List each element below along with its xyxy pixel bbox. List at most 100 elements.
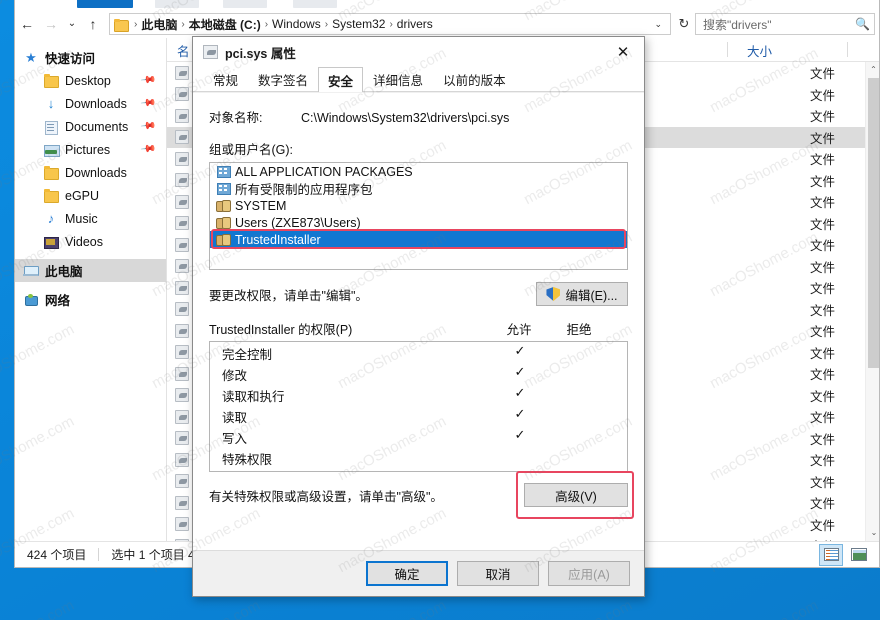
search-icon[interactable]: 🔍 [855,17,870,31]
network-icon [23,293,39,307]
status-total-items: 424 个项目 [27,548,87,562]
sidebar-item-documents[interactable]: Documents 📌 [15,115,166,138]
object-name-label: 对象名称: [209,111,263,125]
group-or-user-list[interactable]: ALL APPLICATION PACKAGES 所有受限制的应用程序包 SYS… [209,162,628,270]
permissions-header: TrustedInstaller 的权限(P) 允许 拒绝 [209,320,628,338]
file-list-scrollbar[interactable]: ⌃ ⌄ [865,62,879,541]
pin-icon[interactable]: 📌 [139,72,156,88]
list-item[interactable]: SYSTEM [210,197,627,214]
package-icon [216,165,231,178]
ok-button[interactable]: 确定 [366,561,448,586]
list-item-label: 所有受限制的应用程序包 [235,183,373,197]
pin-icon[interactable]: 📌 [139,141,156,157]
list-item[interactable]: 所有受限制的应用程序包 [210,180,627,197]
sys-file-icon [175,280,189,295]
folder-icon [43,73,59,88]
list-item[interactable]: Users (ZXE873\Users) [210,214,627,231]
sidebar-item-quick-access[interactable]: ★ 快速访问 [15,46,166,69]
breadcrumb-item-0[interactable]: 此电脑 [140,16,178,33]
edit-button[interactable]: 编辑(E)... [536,282,628,306]
allow-column-header: 允许 [506,323,532,337]
column-header-name[interactable]: 名 [177,41,190,60]
picture-icon [43,143,60,157]
advanced-button[interactable]: 高级(V) [524,483,628,507]
sys-file-icon [175,87,189,102]
permission-allow-check[interactable]: ✓ [500,364,540,380]
refresh-icon[interactable]: ↻ [673,16,695,32]
close-icon[interactable]: ✕ [602,37,644,67]
permission-name: 完全控制 [222,348,273,362]
permission-row[interactable]: 修改 ✓ [210,363,627,384]
sidebar-item-downloads[interactable]: ↓ Downloads 📌 [15,92,166,115]
tiles-view-icon[interactable] [847,544,871,566]
breadcrumb-separator: › [264,18,269,30]
permission-allow-check[interactable]: ✓ [500,406,540,422]
tab-details[interactable]: 详细信息 [363,67,433,91]
sidebar-item-pictures[interactable]: Pictures 📌 [15,138,166,161]
recent-locations-icon[interactable]: ⌄ [63,11,81,37]
breadcrumb-item-4[interactable]: drivers [396,17,434,31]
sidebar-item-music[interactable]: ♪ Music [15,207,166,230]
permission-row[interactable]: 写入 ✓ [210,426,627,447]
list-item[interactable]: ALL APPLICATION PACKAGES [210,163,627,180]
sys-file-icon [175,323,189,338]
scroll-down-icon[interactable]: ⌄ [866,525,879,541]
download-icon: ↓ [47,95,55,111]
ribbon-tabs-strip[interactable] [15,0,879,10]
tab-digital-signatures[interactable]: 数字签名 [248,67,318,91]
back-icon[interactable]: ← [15,11,39,37]
list-item-label: ALL APPLICATION PACKAGES [235,164,413,179]
tab-security[interactable]: 安全 [318,67,364,92]
list-item-label: SYSTEM [235,198,287,213]
permissions-list[interactable]: 完全控制 ✓ 修改 ✓ 读取和执行 ✓ 读取 ✓ 写入 ✓ 特殊权限 [209,341,628,472]
permission-allow-check[interactable]: ✓ [500,385,540,401]
sidebar-item-label: eGPU [65,188,100,203]
users-icon [216,199,231,212]
sidebar-item-label: Downloads [65,165,127,180]
tab-general[interactable]: 常规 [203,67,248,91]
sidebar-item-network[interactable]: 网络 [15,288,166,311]
sidebar-item-label: Videos [65,234,103,249]
sidebar-item-downloads-2[interactable]: Downloads [15,161,166,184]
scrollbar-thumb[interactable] [868,78,879,368]
sidebar-item-videos[interactable]: Videos [15,230,166,253]
scroll-up-icon[interactable]: ⌃ [866,62,879,78]
sidebar-item-desktop[interactable]: Desktop 📌 [15,69,166,92]
sidebar-item-label: Music [65,211,98,226]
sidebar-item-egpu[interactable]: eGPU [15,184,166,207]
object-name-value: C:\Windows\System32\drivers\pci.sys [301,111,510,125]
screen: ← → ⌄ ↑ › 此电脑 › 本地磁盘 (C:) › Windows › Sy… [0,0,880,620]
permission-name: 特殊权限 [222,453,273,467]
breadcrumb[interactable]: › 此电脑 › 本地磁盘 (C:) › Windows › System32 ›… [109,13,671,35]
sys-file-icon [175,517,189,532]
search-input[interactable]: 搜索"drivers" 🔍 [695,13,875,35]
permission-allow-check[interactable]: ✓ [500,427,540,443]
breadcrumb-item-2[interactable]: Windows [271,17,322,31]
dialog-title: pci.sys 属性 [225,46,296,61]
sidebar-item-label: 网络 [45,294,71,308]
sys-file-icon [175,108,189,123]
list-item-trustedinstaller[interactable]: TrustedInstaller [210,231,627,248]
permission-row[interactable]: 完全控制 ✓ [210,342,627,363]
dialog-title-bar[interactable]: pci.sys 属性 ✕ [193,37,644,67]
sys-file-icon [175,237,189,252]
details-view-icon[interactable] [819,543,843,566]
cancel-button[interactable]: 取消 [457,561,539,586]
permission-row[interactable]: 读取 ✓ [210,405,627,426]
breadcrumb-item-1[interactable]: 本地磁盘 (C:) [188,16,262,33]
sys-file-icon [175,259,189,274]
permission-row[interactable]: 特殊权限 [210,447,627,468]
up-icon[interactable]: ↑ [81,11,105,37]
breadcrumb-separator: › [324,18,329,30]
pin-icon[interactable]: 📌 [139,118,156,134]
forward-icon[interactable]: → [39,11,63,37]
permission-allow-check[interactable]: ✓ [500,343,540,359]
breadcrumb-item-3[interactable]: System32 [331,17,386,31]
permission-row[interactable]: 读取和执行 ✓ [210,384,627,405]
pin-icon[interactable]: 📌 [139,95,156,111]
tab-previous-versions[interactable]: 以前的版本 [433,67,516,91]
users-icon [216,216,231,229]
sidebar-item-this-pc[interactable]: 此电脑 [15,259,166,282]
column-header-size[interactable]: 大小 [747,41,772,60]
chevron-down-icon[interactable]: ⌄ [648,19,668,30]
